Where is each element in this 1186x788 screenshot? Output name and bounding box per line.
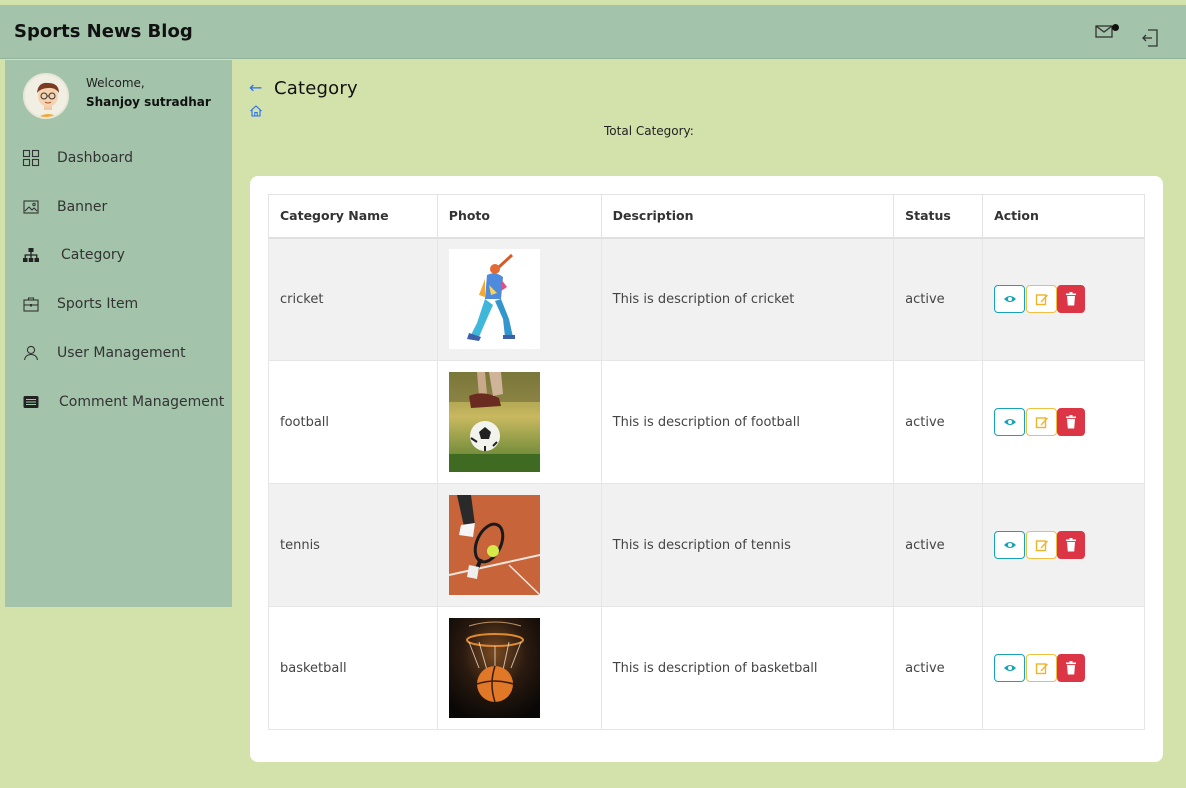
status: active (893, 606, 984, 730)
trash-icon (1066, 661, 1077, 675)
view-button[interactable] (994, 285, 1026, 314)
delete-button[interactable] (1057, 285, 1086, 314)
total-category-label: Total Category: (604, 124, 694, 138)
view-button[interactable] (994, 531, 1026, 559)
photo-cell (436, 237, 602, 361)
category-name: cricket (268, 237, 438, 361)
edit-button[interactable] (1026, 285, 1058, 314)
delete-button[interactable] (1057, 654, 1086, 682)
table-row: basketball This is description of basket… (268, 606, 1145, 730)
eye-icon (1003, 296, 1016, 303)
sidebar-item-sports-item[interactable]: Sports Item (5, 286, 232, 322)
action-cell (982, 606, 1145, 730)
edit-button[interactable] (1026, 654, 1058, 682)
photo-cell (436, 606, 602, 730)
trash-icon (1066, 415, 1077, 429)
edit-icon (1035, 663, 1048, 675)
description: This is description of football (600, 360, 895, 484)
category-name: basketball (268, 606, 438, 730)
sidebar-item-label: Banner (57, 199, 108, 215)
status: active (893, 483, 984, 607)
description: This is description of cricket (600, 237, 895, 361)
cricket-photo[interactable] (448, 249, 540, 350)
home-icon[interactable] (249, 104, 263, 118)
table-header-row: Category Name Photo Description Status A… (268, 194, 1145, 239)
sidebar: Welcome, Shanjoy sutradhar Dashboard Ban… (5, 60, 232, 607)
column-header[interactable]: Status (893, 194, 984, 239)
notification-dot-icon (1112, 24, 1119, 31)
column-header[interactable]: Category Name (268, 194, 438, 239)
football-photo[interactable] (448, 372, 540, 472)
list-icon (23, 396, 39, 408)
sidebar-item-label: Dashboard (57, 150, 133, 166)
photo-cell (436, 360, 602, 484)
logout-icon[interactable] (1140, 27, 1162, 49)
delete-button[interactable] (1057, 531, 1086, 559)
basketball-photo[interactable] (448, 618, 540, 718)
sitemap-icon (23, 248, 39, 262)
edit-icon (1035, 417, 1048, 429)
back-arrow-icon[interactable]: ← (249, 78, 262, 97)
table-row: tennis This is description of tennis act… (268, 483, 1145, 607)
tennis-photo[interactable] (448, 495, 540, 595)
column-header[interactable]: Description (600, 194, 895, 239)
table-row: cricket This is description of cricket a… (268, 237, 1145, 361)
action-cell (982, 360, 1145, 484)
sidebar-item-user-management[interactable]: User Management (5, 335, 232, 371)
eye-icon (1003, 419, 1016, 425)
brand-title[interactable]: Sports News Blog (14, 21, 193, 42)
sidebar-item-label: Category (61, 247, 125, 263)
category-table: Category Name Photo Description Status A… (268, 194, 1145, 730)
mail-icon[interactable] (1093, 20, 1115, 42)
category-name: football (268, 360, 438, 484)
edit-icon (1035, 540, 1048, 552)
sidebar-item-label: User Management (57, 345, 186, 361)
eye-icon (1003, 542, 1016, 548)
view-button[interactable] (994, 408, 1026, 436)
sidebar-item-category[interactable]: Category (5, 237, 232, 273)
column-header[interactable]: Photo (436, 194, 602, 239)
user-icon (23, 345, 39, 361)
action-cell (982, 483, 1145, 607)
sidebar-item-comment-management[interactable]: Comment Management (5, 384, 232, 420)
action-cell (982, 237, 1145, 361)
description: This is description of tennis (600, 483, 895, 607)
edit-icon (1035, 294, 1048, 306)
edit-button[interactable] (1026, 531, 1058, 559)
category-name: tennis (268, 483, 438, 607)
trash-icon (1066, 538, 1077, 552)
sidebar-item-banner[interactable]: Banner (5, 189, 232, 225)
top-header: Sports News Blog (0, 5, 1186, 59)
welcome-text: Welcome, (86, 76, 145, 90)
eye-icon (1003, 665, 1016, 671)
status: active (893, 237, 984, 361)
delete-button[interactable] (1057, 408, 1086, 436)
main-content: ← Category Total Category: Category Name… (232, 60, 1186, 788)
briefcase-icon (23, 297, 39, 312)
avatar[interactable] (23, 73, 69, 119)
photo-cell (436, 483, 602, 607)
trash-icon (1066, 292, 1077, 306)
category-table-card: Category Name Photo Description Status A… (250, 176, 1163, 762)
column-header[interactable]: Action (982, 194, 1145, 239)
sidebar-item-label: Sports Item (57, 296, 139, 312)
page-title: Category (274, 78, 358, 99)
sidebar-item-label: Comment Management (59, 394, 225, 410)
view-button[interactable] (994, 654, 1026, 682)
description: This is description of basketball (600, 606, 895, 730)
edit-button[interactable] (1026, 408, 1058, 436)
username: Shanjoy sutradhar (86, 95, 211, 109)
status: active (893, 360, 984, 484)
sidebar-item-dashboard[interactable]: Dashboard (5, 140, 232, 176)
image-icon (23, 200, 39, 214)
table-row: football This is description of football… (268, 360, 1145, 484)
dashboard-icon (22, 149, 40, 167)
